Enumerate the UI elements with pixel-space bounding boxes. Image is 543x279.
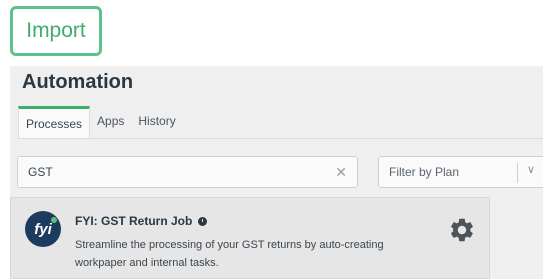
process-card[interactable]: fyi FYI: GST Return Job Streamline the p… xyxy=(10,197,490,279)
search-input-value: GST xyxy=(28,165,53,179)
gear-icon[interactable] xyxy=(448,216,476,244)
clock-icon xyxy=(198,216,208,226)
process-title-text: FYI: GST Return Job xyxy=(75,214,193,228)
tab-apps[interactable]: Apps xyxy=(90,106,131,136)
logo-dot xyxy=(51,217,57,223)
page-title: Automation xyxy=(22,71,134,93)
close-icon[interactable]: ✕ xyxy=(335,164,347,181)
fyi-logo-icon: fyi xyxy=(25,211,61,247)
automation-panel: Automation Processes Apps History GST ✕ … xyxy=(10,66,543,279)
tab-history-label: History xyxy=(138,114,176,128)
filter-placeholder: Filter by Plan xyxy=(389,165,460,179)
search-input[interactable]: GST ✕ xyxy=(17,156,358,188)
process-title: FYI: GST Return Job xyxy=(75,214,208,228)
tab-processes-label: Processes xyxy=(26,116,83,131)
import-button[interactable]: Import xyxy=(10,6,102,56)
process-description: Streamline the processing of your GST re… xyxy=(75,239,384,269)
filter-by-plan-select[interactable]: Filter by Plan ∨ xyxy=(378,156,543,188)
chevron-down-icon[interactable]: ∨ xyxy=(527,163,535,176)
tab-divider xyxy=(18,138,543,139)
import-button-label: Import xyxy=(26,19,86,42)
tab-apps-label: Apps xyxy=(97,114,125,128)
tab-history[interactable]: History xyxy=(131,106,182,136)
tab-processes[interactable]: Processes xyxy=(18,106,91,138)
tab-bar: Processes Apps History xyxy=(18,106,183,138)
filter-separator xyxy=(517,163,518,183)
logo-text: fyi xyxy=(34,220,52,238)
